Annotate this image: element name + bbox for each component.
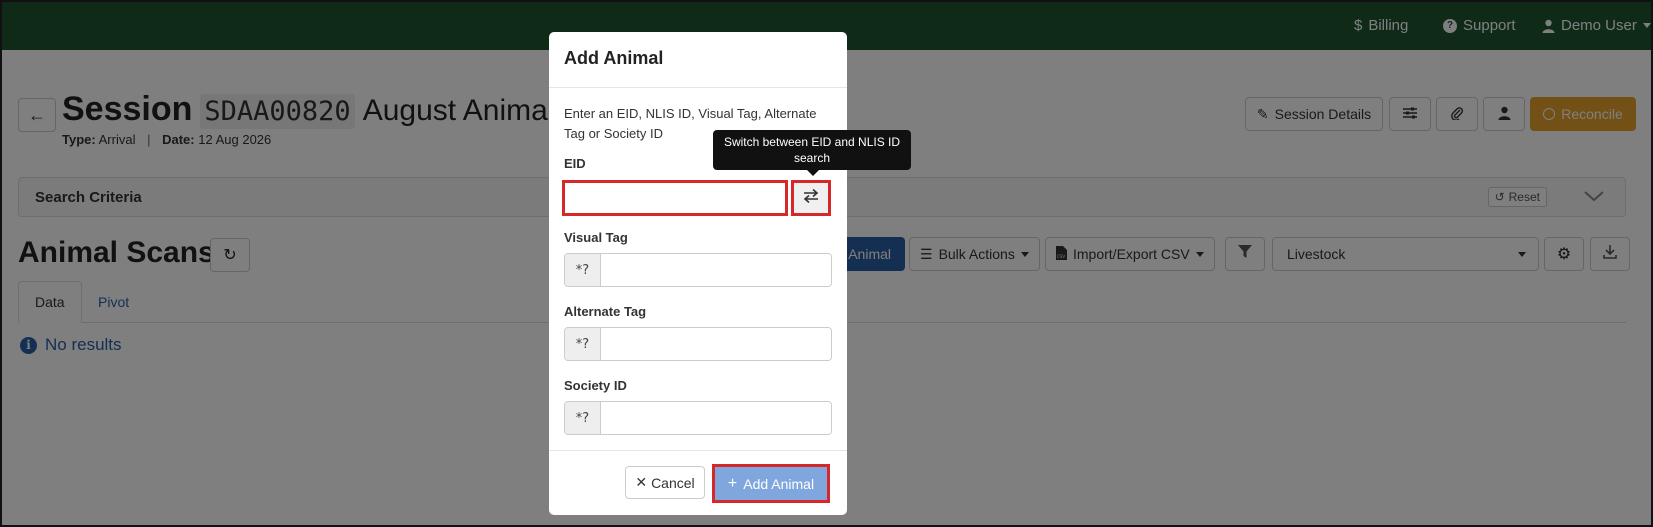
visual-tag-label: Visual Tag: [564, 230, 628, 245]
eid-field[interactable]: [562, 180, 788, 216]
visual-tag-group: *?: [564, 253, 832, 287]
wildcard-addon: *?: [565, 254, 601, 286]
close-icon: ✕: [635, 474, 648, 490]
swap-tooltip: Switch between EID and NLIS ID search: [713, 130, 911, 176]
cancel-button[interactable]: ✕ Cancel: [625, 466, 705, 499]
eid-nlis-toggle-button[interactable]: [791, 180, 831, 216]
society-id-label: Society ID: [564, 378, 627, 393]
exchange-arrows-icon: [803, 188, 819, 208]
eid-input[interactable]: [565, 183, 785, 213]
modal-footer: ✕ Cancel + Add Animal: [549, 450, 847, 515]
add-animal-submit-label: Add Animal: [743, 475, 815, 492]
society-id-input[interactable]: [601, 402, 831, 434]
society-id-group: *?: [564, 401, 832, 435]
alternate-tag-label: Alternate Tag: [564, 304, 647, 319]
add-animal-modal: Add Animal Enter an EID, NLIS ID, Visual…: [549, 32, 847, 515]
modal-title: Add Animal: [564, 48, 664, 68]
modal-header: Add Animal: [549, 32, 847, 88]
cancel-label: Cancel: [651, 474, 695, 491]
eid-label: EID: [564, 156, 586, 171]
app-frame: $ Billing ? Support Demo User ← Session …: [0, 0, 1653, 527]
plus-icon: +: [727, 474, 738, 492]
alternate-tag-group: *?: [564, 327, 832, 361]
visual-tag-input[interactable]: [601, 254, 831, 286]
alternate-tag-input[interactable]: [601, 328, 831, 360]
add-animal-submit-button[interactable]: + Add Animal: [712, 464, 830, 503]
wildcard-addon: *?: [565, 328, 601, 360]
wildcard-addon: *?: [565, 402, 601, 434]
